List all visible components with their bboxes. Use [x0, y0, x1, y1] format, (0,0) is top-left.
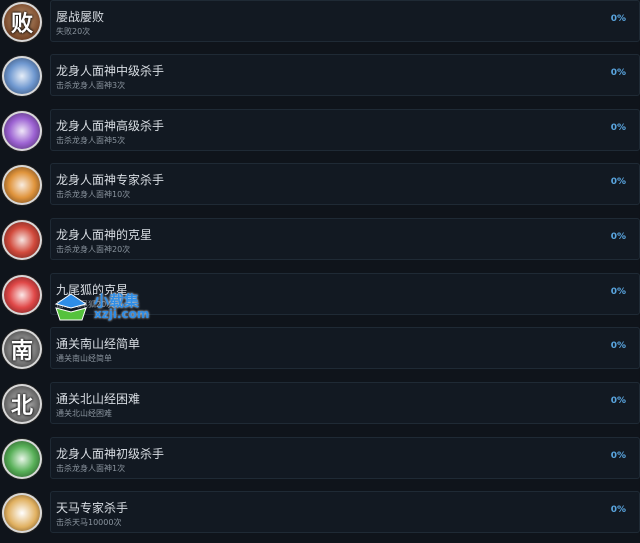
achievement-list: 败 屡战屡败 失败20次 0% 龙身人面神中级杀手 击杀龙身人面神3次 0% 龙… — [0, 0, 640, 536]
achievement-percent: 0% — [610, 451, 626, 461]
achievement-row[interactable]: 九尾狐的克星 击杀九尾狐20次 0% — [0, 273, 640, 325]
achievement-percent: 0% — [610, 505, 626, 515]
achievement-percent: 0% — [610, 232, 626, 242]
dragon-god-orange-icon — [2, 165, 42, 205]
defeat-badge-icon: 败 — [2, 2, 42, 42]
achievement-title: 通关南山经简单 — [56, 337, 141, 351]
icon-glyph — [2, 220, 42, 260]
achievement-desc: 击杀龙身人面神1次 — [56, 464, 126, 473]
achievement-title: 屡战屡败 — [56, 10, 105, 24]
achievement-desc: 失败20次 — [56, 27, 91, 36]
achievement-desc: 通关北山经困难 — [56, 409, 112, 418]
achievement-desc: 击杀龙身人面神3次 — [56, 81, 126, 90]
achievement-percent: 0% — [610, 341, 626, 351]
achievement-row[interactable]: 龙身人面神初级杀手 击杀龙身人面神1次 0% — [0, 437, 640, 489]
achievement-bar — [50, 491, 640, 533]
dragon-god-blue-icon — [2, 56, 42, 96]
icon-glyph — [2, 56, 42, 96]
achievement-desc: 通关南山经简单 — [56, 354, 112, 363]
achievement-percent: 0% — [610, 68, 626, 78]
achievement-bar — [50, 273, 640, 315]
achievement-title: 九尾狐的克星 — [56, 283, 129, 297]
achievement-title: 龙身人面神高级杀手 — [56, 119, 165, 133]
achievement-title: 天马专家杀手 — [56, 501, 129, 515]
dragon-god-red-icon — [2, 220, 42, 260]
achievement-row[interactable]: 败 屡战屡败 失败20次 0% — [0, 0, 640, 52]
achievement-desc: 击杀龙身人面神20次 — [56, 245, 131, 254]
achievement-row[interactable]: 南 通关南山经简单 通关南山经简单 0% — [0, 327, 640, 379]
icon-glyph: 败 — [10, 11, 33, 37]
achievement-row[interactable]: 龙身人面神高级杀手 击杀龙身人面神5次 0% — [0, 109, 640, 161]
icon-glyph — [2, 493, 42, 533]
achievement-desc: 击杀天马10000次 — [56, 518, 122, 527]
achievement-row[interactable]: 北 通关北山经困难 通关北山经困难 0% — [0, 382, 640, 434]
achievement-title: 龙身人面神初级杀手 — [56, 447, 165, 461]
icon-glyph — [2, 165, 42, 205]
icon-glyph: 南 — [10, 338, 33, 364]
dragon-god-green-icon — [2, 439, 42, 479]
achievement-percent: 0% — [610, 123, 626, 133]
nanshan-badge-icon: 南 — [2, 329, 42, 369]
achievement-title: 通关北山经困难 — [56, 392, 141, 406]
achievement-percent: 0% — [610, 287, 626, 297]
achievement-title: 龙身人面神中级杀手 — [56, 64, 165, 78]
achievement-title: 龙身人面神专家杀手 — [56, 173, 165, 187]
achievement-desc: 击杀龙身人面神10次 — [56, 190, 131, 199]
beishan-badge-icon: 北 — [2, 384, 42, 424]
achievement-row[interactable]: 天马专家杀手 击杀天马10000次 0% — [0, 491, 640, 543]
achievement-title: 龙身人面神的克星 — [56, 228, 153, 242]
achievement-percent: 0% — [610, 396, 626, 406]
icon-glyph — [2, 111, 42, 151]
sky-horse-icon — [2, 493, 42, 533]
achievement-percent: 0% — [610, 14, 626, 24]
achievement-desc: 击杀九尾狐20次 — [56, 300, 115, 309]
achievement-row[interactable]: 龙身人面神专家杀手 击杀龙身人面神10次 0% — [0, 163, 640, 215]
icon-glyph — [2, 439, 42, 479]
icon-glyph — [2, 275, 42, 315]
achievement-bar — [50, 0, 640, 42]
achievement-row[interactable]: 龙身人面神的克星 击杀龙身人面神20次 0% — [0, 218, 640, 270]
achievement-percent: 0% — [610, 177, 626, 187]
achievement-desc: 击杀龙身人面神5次 — [56, 136, 126, 145]
dragon-god-purple-icon — [2, 111, 42, 151]
icon-glyph: 北 — [10, 393, 33, 419]
achievement-row[interactable]: 龙身人面神中级杀手 击杀龙身人面神3次 0% — [0, 54, 640, 106]
nine-tailed-fox-icon — [2, 275, 42, 315]
